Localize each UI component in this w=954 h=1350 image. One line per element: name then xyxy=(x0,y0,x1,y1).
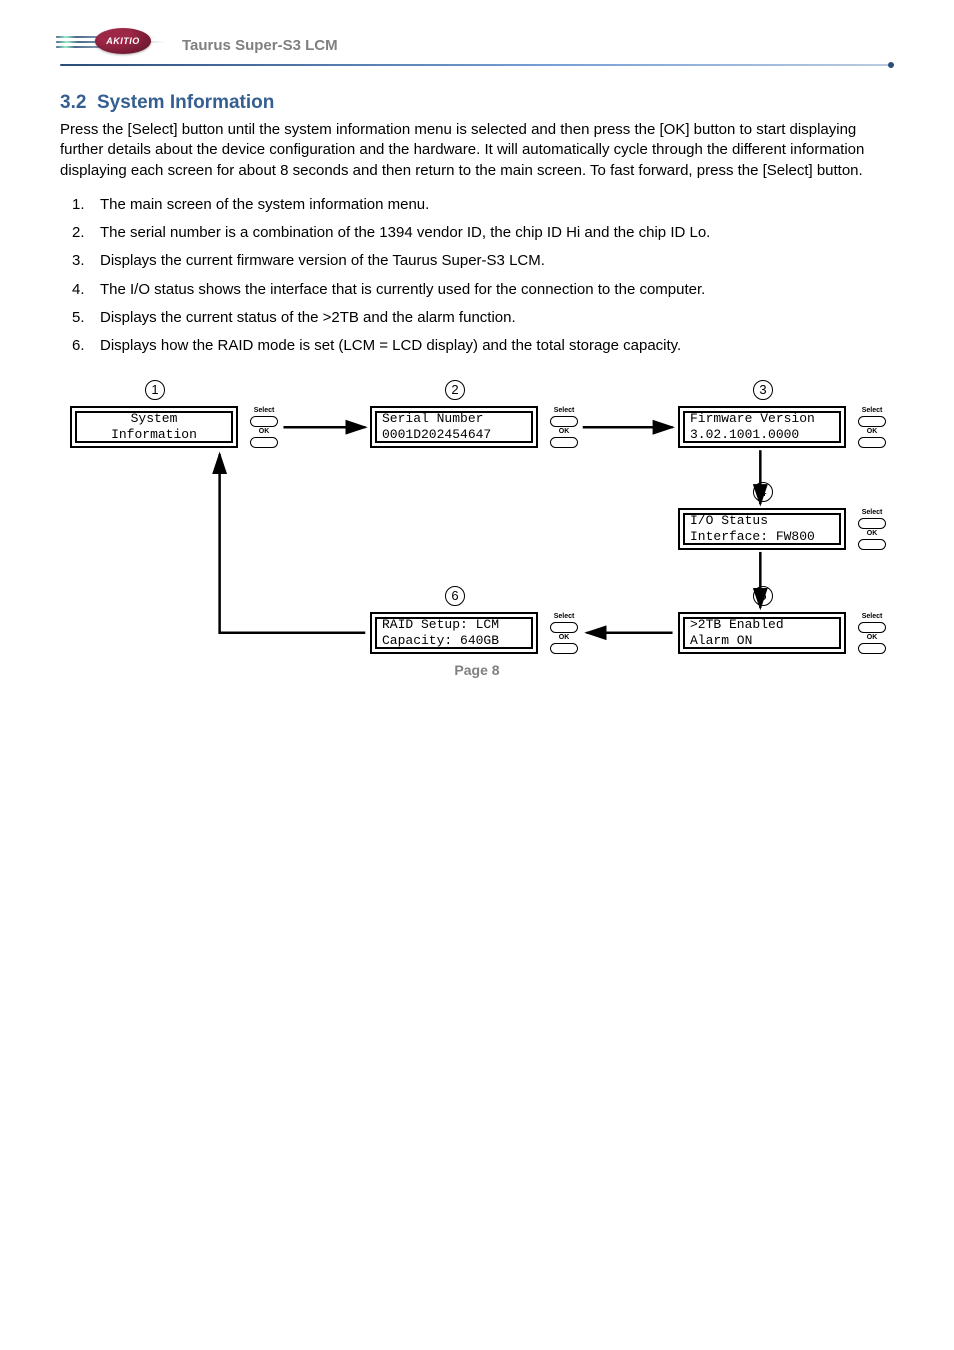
ok-button[interactable] xyxy=(858,437,886,448)
select-button[interactable] xyxy=(550,622,578,633)
ok-button[interactable] xyxy=(858,643,886,654)
lcd-line: System xyxy=(131,411,178,427)
ok-button[interactable] xyxy=(550,437,578,448)
list-item: 5.Displays the current status of the >2T… xyxy=(100,308,894,328)
select-button-label: Select xyxy=(862,407,883,414)
brand-logo: AKITIO xyxy=(60,30,170,60)
numbered-list: 1.The main screen of the system informat… xyxy=(60,195,894,357)
select-button-label: Select xyxy=(862,509,883,516)
list-item: 4.The I/O status shows the interface tha… xyxy=(100,280,894,300)
lcd-screen-3: Firmware Version 3.02.1001.0000 xyxy=(678,406,846,448)
section-heading: 3.2 System Information xyxy=(60,92,894,114)
lcd-screen-2: Serial Number 0001D202454647 xyxy=(370,406,538,448)
list-item: 3.Displays the current firmware version … xyxy=(100,251,894,271)
ok-button-label: OK xyxy=(259,428,270,435)
button-group: Select OK xyxy=(852,612,892,654)
ok-button[interactable] xyxy=(250,437,278,448)
product-name: Taurus Super-S3 LCM xyxy=(182,37,338,54)
ok-button-label: OK xyxy=(559,428,570,435)
ok-button-label: OK xyxy=(559,634,570,641)
lcd-screen-1: System Information xyxy=(70,406,238,448)
lcd-line: Capacity: 640GB xyxy=(382,633,526,649)
button-group: Select OK xyxy=(852,406,892,448)
select-button-label: Select xyxy=(554,407,575,414)
lcd-line: Serial Number xyxy=(382,411,526,427)
select-button[interactable] xyxy=(550,416,578,427)
lcd-screen-4: I/O Status Interface: FW800 xyxy=(678,508,846,550)
lcd-line: RAID Setup: LCM xyxy=(382,617,526,633)
select-button-label: Select xyxy=(554,613,575,620)
lcd-line: Alarm ON xyxy=(690,633,834,649)
lcd-screen-5: >2TB Enabled Alarm ON xyxy=(678,612,846,654)
button-group: Select OK xyxy=(544,406,584,448)
intro-paragraph: Press the [Select] button until the syst… xyxy=(60,120,894,181)
section-number: 3.2 xyxy=(60,92,86,113)
page-header: AKITIO Taurus Super-S3 LCM xyxy=(60,30,894,60)
lcd-line: 0001D202454647 xyxy=(382,427,526,443)
select-button-label: Select xyxy=(254,407,275,414)
page-footer: Page 8 xyxy=(0,662,954,678)
ok-button[interactable] xyxy=(858,539,886,550)
step-badge-4: 4 xyxy=(753,482,773,502)
lcd-line: Firmware Version xyxy=(690,411,834,427)
ok-button-label: OK xyxy=(867,428,878,435)
lcd-line: Information xyxy=(111,427,197,443)
list-item: 2.The serial number is a combination of … xyxy=(100,223,894,243)
ok-button-label: OK xyxy=(867,634,878,641)
lcd-screen-6: RAID Setup: LCM Capacity: 640GB xyxy=(370,612,538,654)
list-item: 6.Displays how the RAID mode is set (LCM… xyxy=(100,336,894,356)
flow-diagram: 1 2 3 4 5 6 System Information Select OK… xyxy=(60,378,894,668)
brand-logo-text: AKITIO xyxy=(95,28,151,54)
select-button[interactable] xyxy=(858,518,886,529)
button-group: Select OK xyxy=(244,406,284,448)
step-badge-3: 3 xyxy=(753,380,773,400)
lcd-line: Interface: FW800 xyxy=(690,529,834,545)
lcd-line: I/O Status xyxy=(690,513,834,529)
ok-button-label: OK xyxy=(867,530,878,537)
select-button[interactable] xyxy=(250,416,278,427)
step-badge-1: 1 xyxy=(145,380,165,400)
select-button-label: Select xyxy=(862,613,883,620)
ok-button[interactable] xyxy=(550,643,578,654)
section-title: System Information xyxy=(97,92,274,113)
header-divider xyxy=(60,64,894,66)
step-badge-2: 2 xyxy=(445,380,465,400)
list-item: 1.The main screen of the system informat… xyxy=(100,195,894,215)
step-badge-6: 6 xyxy=(445,586,465,606)
button-group: Select OK xyxy=(544,612,584,654)
select-button[interactable] xyxy=(858,416,886,427)
select-button[interactable] xyxy=(858,622,886,633)
step-badge-5: 5 xyxy=(753,586,773,606)
lcd-line: 3.02.1001.0000 xyxy=(690,427,834,443)
lcd-line: >2TB Enabled xyxy=(690,617,834,633)
button-group: Select OK xyxy=(852,508,892,550)
